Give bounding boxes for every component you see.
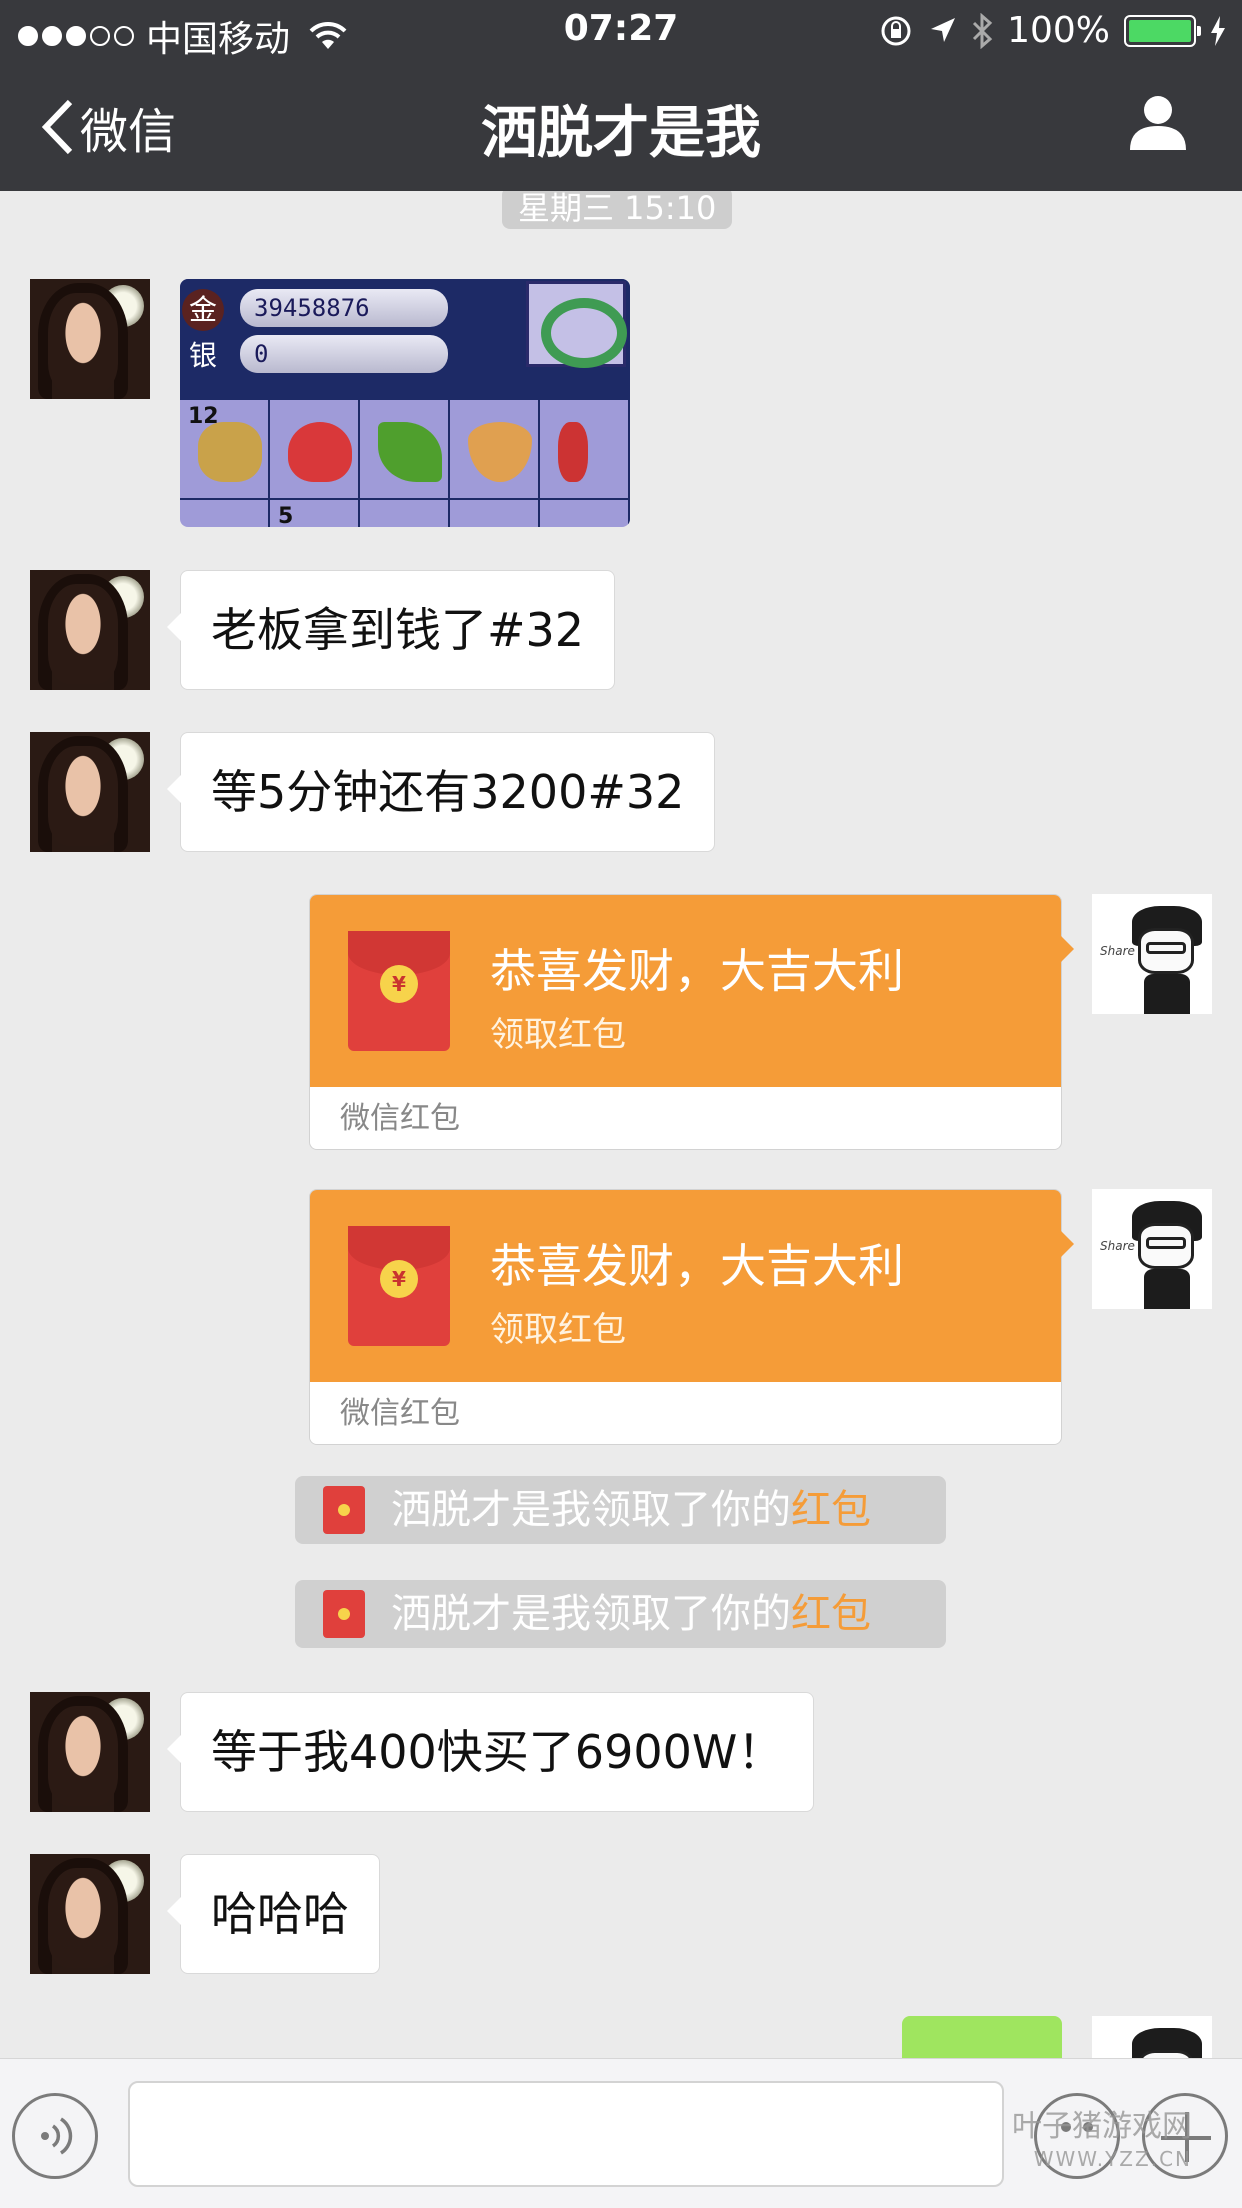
red-packet-title: 恭喜发财，大吉大利	[490, 944, 904, 998]
slot-count: 5	[278, 504, 294, 527]
message-bubble[interactable]: 等于我400快买了6900W！	[166, 1692, 815, 1812]
gold-value: 39458876	[240, 289, 448, 327]
system-notice: 洒脱才是我领取了你的 红包	[295, 1476, 946, 1544]
watermark-name: 叶子猪游戏网	[1012, 2109, 1192, 2144]
bag-item-icon	[288, 422, 352, 482]
orientation-lock-icon	[881, 16, 911, 45]
red-packet-action: 领取红包	[490, 1015, 626, 1055]
notice-text: 洒脱才是我领取了你的	[391, 1487, 791, 1533]
chat-area[interactable]: 星期三 15:10 金 39458876 银 0 12 5 老板拿到钱了#32	[0, 191, 1242, 2058]
my-avatar[interactable]: Share	[1092, 1189, 1212, 1309]
red-envelope-icon: ¥	[348, 931, 450, 1051]
red-packet-link[interactable]: 红包	[791, 1476, 871, 1544]
item-icon	[558, 422, 588, 482]
voice-icon	[41, 2117, 73, 2155]
silver-value: 0	[240, 335, 448, 373]
red-packet-link[interactable]: 红包	[791, 1580, 871, 1648]
contact-avatar[interactable]	[30, 732, 150, 852]
top-bar: 中国移动 07:27 100% 微信 洒脱才是我	[0, 0, 1242, 191]
voice-input-button[interactable]	[12, 2093, 98, 2179]
gold-label: 金	[182, 289, 224, 331]
red-packet-footer: 微信红包	[310, 1382, 1061, 1444]
bracelet-item-icon	[526, 281, 627, 368]
message-timestamp: 星期三 15:10	[502, 191, 733, 229]
battery-percent: 100%	[1007, 10, 1110, 51]
map-item-icon	[198, 422, 262, 482]
my-message-text: 哈哈	[932, 2046, 1024, 2058]
watermark: 叶子猪游戏网 WWW.YZZ.CN	[1012, 2111, 1192, 2175]
red-packet-title: 恭喜发财，大吉大利	[490, 1239, 904, 1293]
red-packet-footer: 微信红包	[310, 1087, 1061, 1149]
my-message-bubble[interactable]: 哈哈	[902, 2016, 1062, 2058]
system-notice: 洒脱才是我领取了你的 红包	[295, 1580, 946, 1648]
page-title: 洒脱才是我	[481, 101, 761, 166]
contact-avatar[interactable]	[30, 279, 150, 399]
nav-bar: 微信 洒脱才是我	[0, 62, 1242, 191]
my-avatar[interactable]	[1092, 2016, 1212, 2058]
notice-text: 洒脱才是我领取了你的	[391, 1591, 791, 1637]
charging-icon	[1211, 15, 1225, 46]
red-packet-card[interactable]: ¥ 恭喜发财，大吉大利 领取红包 微信红包	[309, 1189, 1062, 1445]
red-packet-action: 领取红包	[490, 1310, 626, 1350]
status-bar: 中国移动 07:27 100%	[0, 0, 1242, 62]
contact-avatar[interactable]	[30, 570, 150, 690]
message-bubble[interactable]: 老板拿到钱了#32	[166, 570, 616, 690]
contact-avatar[interactable]	[30, 1692, 150, 1812]
silver-label: 银	[188, 339, 217, 372]
profile-icon[interactable]	[1128, 92, 1188, 152]
bluetooth-icon	[973, 12, 993, 49]
my-avatar[interactable]: Share	[1092, 894, 1212, 1014]
message-input[interactable]	[128, 2081, 1004, 2187]
leaf-item-icon	[378, 422, 442, 482]
location-icon	[931, 17, 956, 42]
input-bar: 叶子猪游戏网 WWW.YZZ.CN	[0, 2058, 1242, 2208]
message-bubble[interactable]: 等5分钟还有3200#32	[166, 732, 716, 852]
image-message[interactable]: 金 39458876 银 0 12 5	[180, 279, 630, 527]
red-packet-card[interactable]: ¥ 恭喜发财，大吉大利 领取红包 微信红包	[309, 894, 1062, 1150]
message-bubble[interactable]: 哈哈哈	[167, 1854, 380, 1974]
battery-icon	[1124, 14, 1201, 47]
red-envelope-icon: ¥	[348, 1226, 450, 1346]
watermark-url: WWW.YZZ.CN	[1033, 2147, 1192, 2171]
red-envelope-icon	[323, 1590, 365, 1638]
bowl-item-icon	[468, 422, 532, 482]
contact-avatar[interactable]	[30, 1854, 150, 1974]
red-envelope-icon	[323, 1486, 365, 1534]
